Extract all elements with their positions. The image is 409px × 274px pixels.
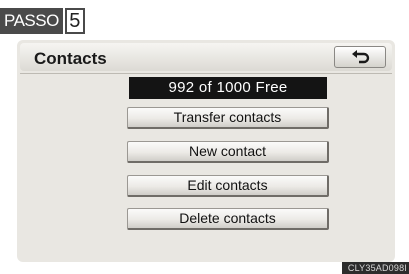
back-button[interactable] <box>334 46 386 68</box>
transfer-contacts-button[interactable]: Transfer contacts <box>127 107 329 129</box>
screen-header: Contacts <box>20 43 392 71</box>
delete-contacts-button[interactable]: Delete contacts <box>127 208 329 230</box>
new-contact-button[interactable]: New contact <box>127 141 329 163</box>
instruction-page: PASSO 5 Contacts 992 of 1000 Free Transf… <box>0 0 409 274</box>
image-code: CLY35AD098I <box>341 262 409 274</box>
screen-title: Contacts <box>34 49 107 68</box>
contacts-screen: Contacts 992 of 1000 Free Transfer conta… <box>17 40 395 262</box>
step-badge: PASSO 5 <box>0 8 85 34</box>
step-number: 5 <box>64 8 85 34</box>
edit-contacts-button[interactable]: Edit contacts <box>127 175 329 197</box>
header-divider <box>20 73 392 74</box>
contacts-capacity: 992 of 1000 Free <box>129 77 327 99</box>
return-arrow-icon <box>352 50 370 64</box>
step-word: PASSO <box>0 8 63 34</box>
